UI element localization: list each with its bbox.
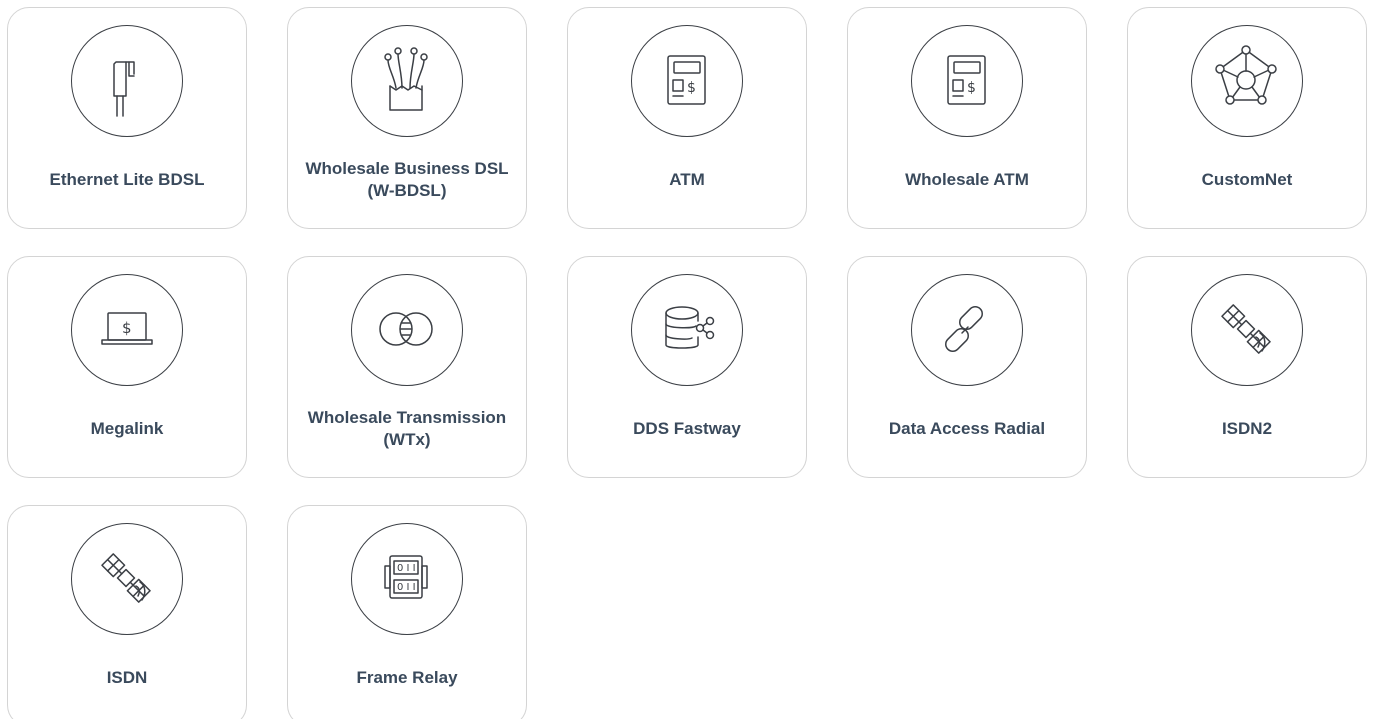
- database-share-icon: [631, 274, 743, 386]
- product-card-wholesale-transmission[interactable]: Wholesale Transmission (WTx): [287, 256, 527, 478]
- fiber-optic-icon: [351, 25, 463, 137]
- product-label: Data Access Radial: [888, 419, 1046, 438]
- product-card-dds-fastway[interactable]: DDS Fastway: [567, 256, 807, 478]
- satellite-icon: [1191, 274, 1303, 386]
- product-label: DDS Fastway: [633, 419, 741, 438]
- product-label: Frame Relay: [356, 668, 458, 687]
- product-card-data-access-radial[interactable]: Data Access Radial: [847, 256, 1087, 478]
- product-card-ethernet-lite-bdsl[interactable]: Ethernet Lite BDSL: [7, 7, 247, 229]
- product-card-customnet[interactable]: CustomNet: [1127, 7, 1367, 229]
- frame-relay-device-icon: 0 I I 0 I I: [351, 523, 463, 635]
- product-label: Wholesale Business DSL (W-BDSL): [305, 159, 509, 200]
- product-card-atm[interactable]: $ ATM: [567, 7, 807, 229]
- product-label: ISDN2: [1221, 419, 1273, 438]
- chain-link-icon: [911, 274, 1023, 386]
- laptop-dollar-icon: $: [71, 274, 183, 386]
- satellite-icon: [71, 523, 183, 635]
- network-nodes-icon: [1191, 25, 1303, 137]
- atm-machine-icon: $: [631, 25, 743, 137]
- atm-machine-icon: $: [911, 25, 1023, 137]
- product-label: Megalink: [90, 419, 164, 438]
- ethernet-cable-icon: [71, 25, 183, 137]
- product-label: ISDN: [106, 668, 148, 687]
- product-card-wholesale-atm[interactable]: $ Wholesale ATM: [847, 7, 1087, 229]
- svg-text:0 I I: 0 I I: [397, 582, 416, 593]
- svg-text:$: $: [687, 80, 696, 96]
- product-label: Ethernet Lite BDSL: [49, 170, 205, 189]
- svg-text:0 I I: 0 I I: [397, 563, 416, 574]
- product-label: CustomNet: [1201, 170, 1293, 189]
- svg-text:$: $: [122, 319, 132, 337]
- product-card-wholesale-business-dsl[interactable]: Wholesale Business DSL (W-BDSL): [287, 7, 527, 229]
- product-card-frame-relay[interactable]: 0 I I 0 I I Frame Relay: [287, 505, 527, 719]
- product-card-megalink[interactable]: $ Megalink: [7, 256, 247, 478]
- svg-text:$: $: [967, 80, 976, 96]
- product-card-isdn2[interactable]: ISDN2: [1127, 256, 1367, 478]
- product-label: Wholesale ATM: [905, 170, 1029, 189]
- overlapping-circles-icon: [351, 274, 463, 386]
- product-card-isdn[interactable]: ISDN: [7, 505, 247, 719]
- product-label: Wholesale Transmission (WTx): [307, 408, 507, 449]
- product-label: ATM: [669, 170, 705, 189]
- product-grid: Ethernet Lite BDSL Wholesale Business DS…: [0, 0, 1375, 719]
